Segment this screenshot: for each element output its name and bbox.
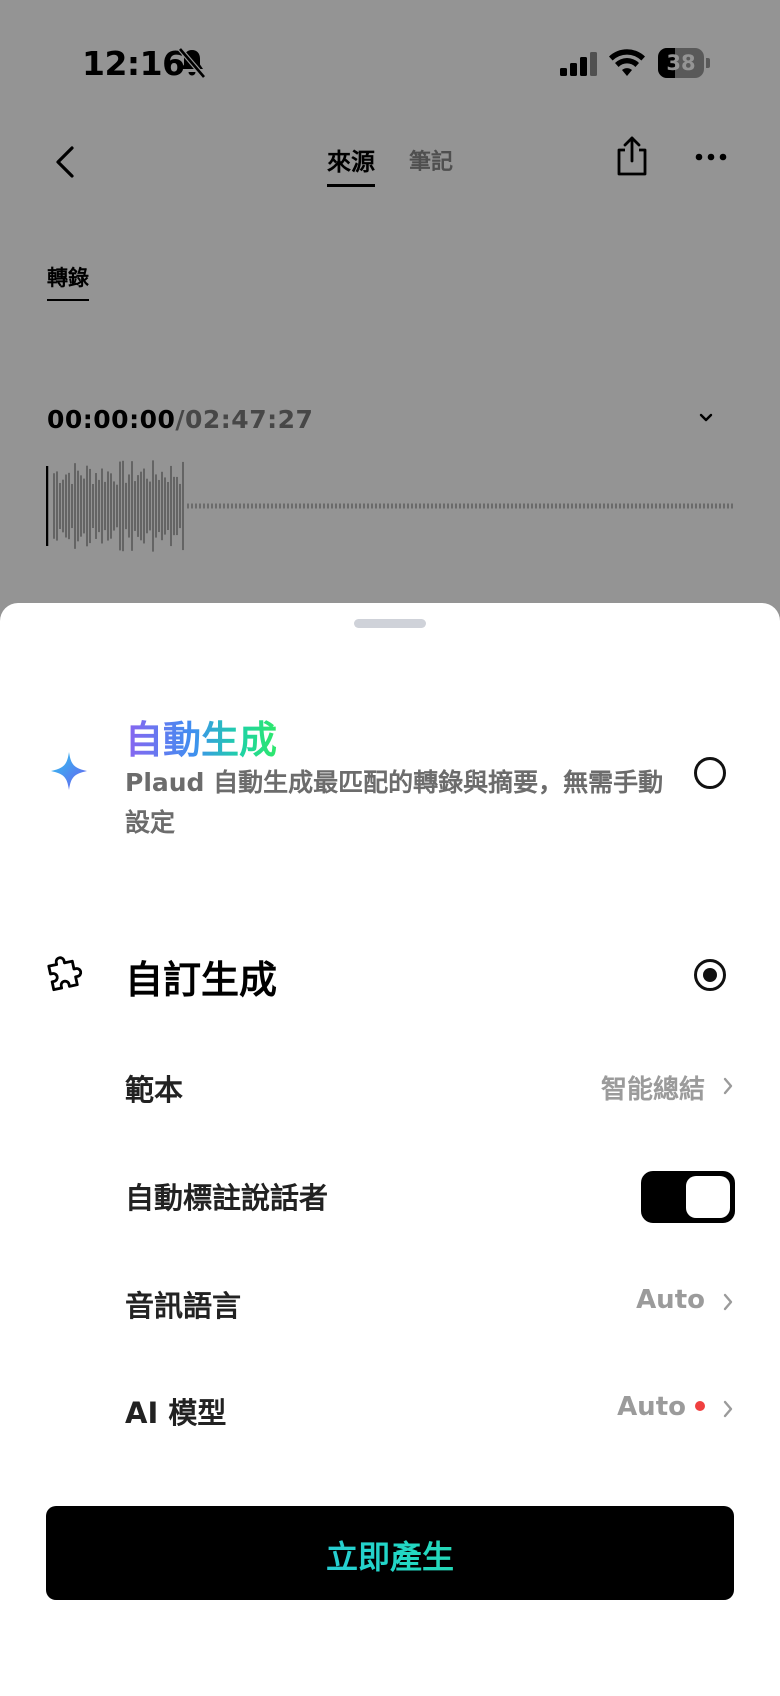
template-label: 範本: [125, 1073, 184, 1107]
ai-model-value: Auto: [617, 1392, 686, 1422]
template-value: 智能總結: [600, 1075, 705, 1105]
auto-generate-title: 自動生成: [125, 709, 277, 764]
chevron-right-icon: [723, 1400, 733, 1418]
audio-language-row[interactable]: 音訊語言 Auto: [125, 1273, 735, 1333]
speaker-labeling-row: 自動標註說話者: [125, 1165, 735, 1225]
speaker-labeling-label: 自動標註說話者: [125, 1181, 329, 1215]
new-indicator-dot: [695, 1400, 705, 1411]
auto-generate-radio[interactable]: [694, 757, 726, 789]
chevron-right-icon: [723, 1293, 733, 1311]
speaker-labeling-toggle[interactable]: [641, 1171, 735, 1223]
sparkle-icon: [51, 752, 87, 790]
puzzle-icon: [47, 956, 83, 992]
ai-model-label: AI 模型: [125, 1396, 227, 1430]
generate-now-label: 立即產生: [46, 1532, 734, 1578]
custom-generate-title: 自訂生成: [125, 958, 278, 1002]
chevron-right-icon: [723, 1077, 733, 1095]
ai-model-row[interactable]: AI 模型 Auto: [125, 1380, 735, 1440]
audio-language-value: Auto: [636, 1285, 705, 1315]
template-setting-row[interactable]: 範本 智能總結: [125, 1057, 735, 1117]
generate-options-sheet: 自動生成 Plaud 自動生成最匹配的轉錄與摘要，無需手動設定 自訂生成 範本 …: [0, 603, 780, 1696]
generate-now-button[interactable]: 立即產生: [46, 1506, 734, 1600]
ai-model-value-wrap: Auto: [617, 1392, 705, 1422]
custom-generate-radio[interactable]: [694, 959, 726, 991]
audio-language-label: 音訊語言: [125, 1289, 242, 1323]
sheet-drag-handle[interactable]: [354, 619, 426, 628]
auto-generate-description: Plaud 自動生成最匹配的轉錄與摘要，無需手動設定: [125, 768, 664, 837]
